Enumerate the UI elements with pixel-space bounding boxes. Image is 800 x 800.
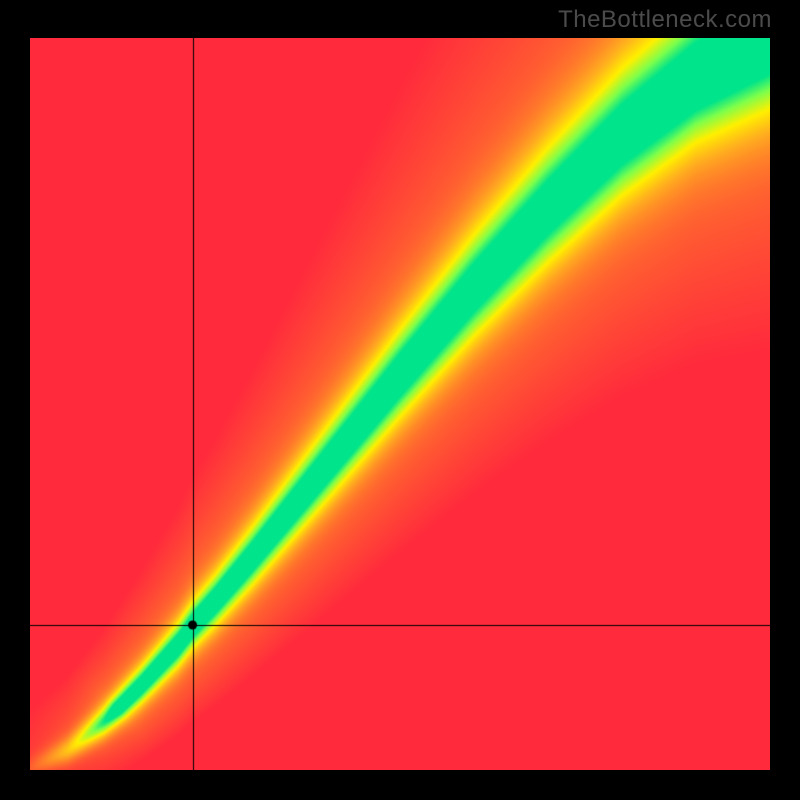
watermark-label: TheBottleneck.com <box>558 6 772 34</box>
plot-area <box>30 38 770 770</box>
bottleneck-heatmap <box>30 38 770 770</box>
chart-frame: TheBottleneck.com <box>0 0 800 800</box>
